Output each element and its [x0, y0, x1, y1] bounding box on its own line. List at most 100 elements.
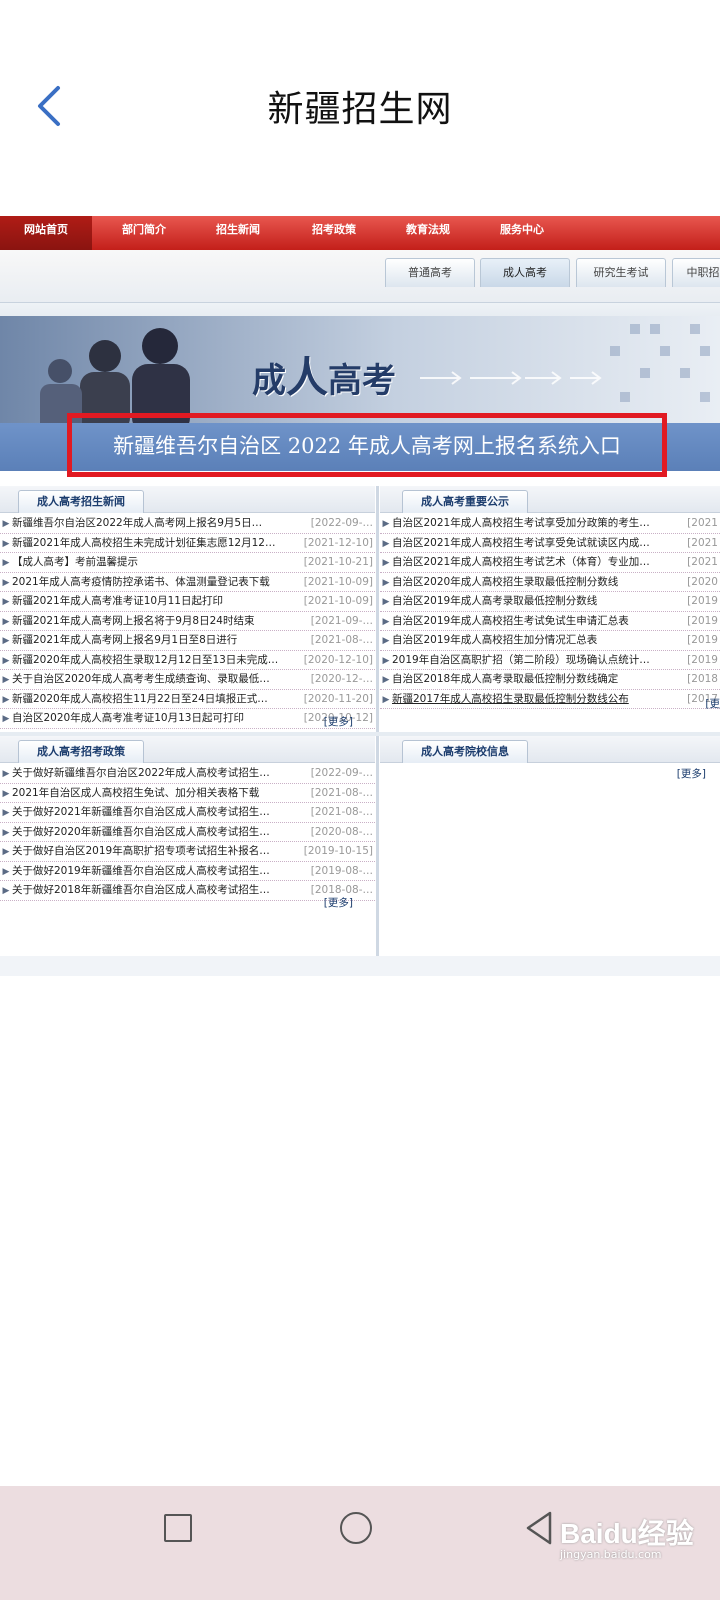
- list-item-title[interactable]: 自治区2019年成人高校招生考试免试生申请汇总表: [392, 612, 629, 631]
- list-item-title[interactable]: 2019年自治区高职扩招（第二阶段）现场确认点统计…: [392, 651, 650, 670]
- list-item[interactable]: ▶ 新疆2021年成人高考网上报名将于9月8日24时结束 [2021-09-…: [0, 611, 375, 631]
- exam-tabs: 普通高考 成人高考 研究生考试 中职招: [0, 250, 720, 303]
- list-item-title[interactable]: 关于做好新疆维吾尔自治区2022年成人高校考试招生…: [12, 764, 270, 783]
- schools-panel-header: 成人高考院校信息: [380, 736, 720, 763]
- list-item-date: [2019: [685, 592, 718, 611]
- list-item-title[interactable]: 自治区2021年成人高校招生考试享受加分政策的考生…: [392, 514, 650, 533]
- list-item[interactable]: ▶ 【成人高考】考前温馨提示 [2021-10-21]: [0, 553, 375, 573]
- list-item[interactable]: ▶ 2021年自治区成人高校招生免试、加分相关表格下载 [2021-08-…: [0, 783, 375, 803]
- list-item-title[interactable]: 关于做好2018年新疆维吾尔自治区成人高校考试招生…: [12, 881, 270, 900]
- list-item-title[interactable]: 自治区2019年成人高考录取最低控制分数线: [392, 592, 597, 611]
- tab-adult-exam[interactable]: 成人高考: [480, 258, 570, 287]
- tab-vocational-exam[interactable]: 中职招: [672, 258, 720, 287]
- list-item[interactable]: ▶ 自治区2019年成人高校招生考试免试生申请汇总表 [2019: [380, 611, 720, 631]
- home-icon[interactable]: [340, 1512, 372, 1544]
- bullet-arrow-icon: ▶: [382, 577, 390, 588]
- recent-apps-icon[interactable]: [164, 1514, 192, 1542]
- bullet-arrow-icon: ▶: [2, 616, 10, 627]
- list-item[interactable]: ▶ 新疆维吾尔自治区2022年成人高考网上报名9月5日… [2022-09-…: [0, 514, 375, 534]
- list-item-date: [2021-09-…: [308, 611, 373, 630]
- list-item-title[interactable]: 新疆2021年成人高校招生未完成计划征集志愿12月12…: [12, 534, 275, 553]
- list-item[interactable]: ▶ 自治区2021年成人高校招生考试艺术（体育）专业加… [2021: [380, 553, 720, 573]
- nav-news[interactable]: 招生新闻: [192, 216, 284, 250]
- list-item-date: [2021-10-09]: [301, 572, 373, 591]
- list-item-title[interactable]: 新疆2020年成人高校招生11月22日至24日填报正式…: [12, 690, 268, 709]
- list-item-date: [2019: [685, 650, 718, 669]
- schools-panel-title: 成人高考院校信息: [402, 740, 528, 763]
- list-item-title[interactable]: 【成人高考】考前温馨提示: [12, 553, 138, 572]
- nav-service[interactable]: 服务中心: [476, 216, 568, 250]
- list-item[interactable]: ▶ 新疆2021年成人高校招生未完成计划征集志愿12月12… [2021-12-10…: [0, 533, 375, 553]
- nav-about[interactable]: 部门简介: [98, 216, 190, 250]
- baidu-watermark: Baidu经验 jingyan.baidu.com: [560, 1512, 710, 1568]
- list-item-title[interactable]: 自治区2019年成人高校招生加分情况汇总表: [392, 631, 597, 650]
- list-item-title[interactable]: 关于做好2019年新疆维吾尔自治区成人高校考试招生…: [12, 862, 270, 881]
- bullet-arrow-icon: ▶: [2, 597, 10, 607]
- list-item-title[interactable]: 2021年成人高考疫情防控承诺书、体温测量登记表下载: [12, 573, 270, 592]
- bullet-arrow-icon: ▶: [2, 694, 10, 705]
- tab-general-exam[interactable]: 普通高考: [385, 258, 475, 287]
- news-more-link[interactable]: [更多]: [324, 714, 353, 729]
- list-item-title[interactable]: 关于做好2021年新疆维吾尔自治区成人高校考试招生…: [12, 803, 270, 822]
- list-item-title[interactable]: 自治区2018年成人高考录取最低控制分数线确定: [392, 670, 618, 689]
- list-item-title[interactable]: 自治区2021年成人高校招生考试艺术（体育）专业加…: [392, 553, 650, 572]
- list-item[interactable]: ▶ 自治区2019年成人高校招生加分情况汇总表 [2019: [380, 631, 720, 651]
- list-item[interactable]: ▶ 自治区2018年成人高考录取最低控制分数线确定 [2018: [380, 670, 720, 690]
- list-item-title[interactable]: 新疆2021年成人高考准考证10月11日起打印: [12, 592, 223, 611]
- list-item[interactable]: ▶ 2019年自治区高职扩招（第二阶段）现场确认点统计… [2019: [380, 650, 720, 670]
- webview: 网站首页 部门简介 招生新闻 招考政策 教育法规 服务中心 普通高考 成人高考 …: [0, 216, 720, 976]
- list-item[interactable]: ▶ 自治区2020年成人高校招生录取最低控制分数线 [2020: [380, 572, 720, 592]
- policy-panel-header: 成人高考招考政策: [0, 736, 375, 763]
- list-item[interactable]: ▶ 新疆2020年成人高校招生11月22日至24日填报正式… [2020-11-20…: [0, 689, 375, 709]
- nav-policy[interactable]: 招考政策: [288, 216, 380, 250]
- list-item[interactable]: ▶ 新疆2021年成人高考准考证10月11日起打印 [2021-10-09]: [0, 592, 375, 612]
- list-item[interactable]: ▶ 关于做好2021年新疆维吾尔自治区成人高校考试招生… [2021-08-…: [0, 803, 375, 823]
- list-item-date: [2021: [685, 553, 718, 572]
- list-item[interactable]: ▶ 自治区2021年成人高校招生考试享受免试就读区内成… [2021: [380, 533, 720, 553]
- list-item-title[interactable]: 自治区2020年成人高考准考证10月13日起可打印: [12, 709, 244, 728]
- list-item-title[interactable]: 新疆2021年成人高考网上报名9月1日至8日进行: [12, 631, 237, 650]
- back-triangle-icon[interactable]: [524, 1510, 554, 1546]
- list-item[interactable]: ▶ 新疆2017年成人高校招生录取最低控制分数线公布 [2017: [380, 689, 720, 709]
- list-item[interactable]: ▶ 关于做好自治区2019年高职扩招专项考试招生补报名… [2019-10-15]: [0, 842, 375, 862]
- list-item-title[interactable]: 自治区2020年成人高校招生录取最低控制分数线: [392, 573, 618, 592]
- list-item-title[interactable]: 自治区2021年成人高校招生考试享受免试就读区内成…: [392, 534, 650, 553]
- list-item-date: [2021-08-…: [308, 631, 373, 650]
- tab-graduate-exam[interactable]: 研究生考试: [576, 258, 666, 287]
- list-item[interactable]: ▶ 关于做好2019年新疆维吾尔自治区成人高校考试招生… [2019-08-…: [0, 861, 375, 881]
- bullet-arrow-icon: ▶: [2, 769, 10, 779]
- nav-home[interactable]: 网站首页: [0, 216, 92, 250]
- page-footer-strip: [0, 956, 720, 976]
- list-item[interactable]: ▶ 关于做好2020年新疆维吾尔自治区成人高校考试招生… [2020-08-…: [0, 822, 375, 842]
- list-item-title[interactable]: 2021年自治区成人高校招生免试、加分相关表格下载: [12, 784, 259, 803]
- list-item[interactable]: ▶ 自治区2021年成人高校招生考试享受加分政策的考生… [2021: [380, 514, 720, 534]
- bullet-arrow-icon: ▶: [2, 808, 10, 818]
- notices-panel-header: 成人高考重要公示: [380, 486, 720, 513]
- notices-more-link[interactable]: [更: [705, 696, 720, 711]
- list-item-title[interactable]: 新疆维吾尔自治区2022年成人高考网上报名9月5日…: [12, 514, 262, 533]
- list-item[interactable]: ▶ 关于自治区2020年成人高考考生成绩查询、录取最低… [2020-12-…: [0, 670, 375, 690]
- schools-more-link[interactable]: [更多]: [677, 766, 706, 781]
- bullet-arrow-icon: ▶: [2, 714, 10, 724]
- notices-panel-title: 成人高考重要公示: [402, 490, 528, 513]
- list-item-title[interactable]: 关于自治区2020年成人高考考生成绩查询、录取最低…: [12, 670, 270, 689]
- list-item[interactable]: ▶ 自治区2020年成人高考准考证10月13日起可打印 [2020-10-12]: [0, 709, 375, 729]
- list-item[interactable]: ▶ 关于做好2018年新疆维吾尔自治区成人高校考试招生… [2018-08-…: [0, 881, 375, 901]
- list-item[interactable]: ▶ 关于做好新疆维吾尔自治区2022年成人高校考试招生… [2022-09-…: [0, 764, 375, 784]
- bullet-arrow-icon: ▶: [2, 827, 10, 838]
- list-item[interactable]: ▶ 2021年成人高考疫情防控承诺书、体温测量登记表下载 [2021-10-09]: [0, 572, 375, 592]
- bullet-arrow-icon: ▶: [382, 655, 390, 666]
- list-item[interactable]: ▶ 自治区2019年成人高考录取最低控制分数线 [2019: [380, 592, 720, 612]
- policy-more-link[interactable]: [更多]: [324, 895, 353, 910]
- list-item-title[interactable]: 关于做好自治区2019年高职扩招专项考试招生补报名…: [12, 842, 270, 861]
- list-item-title[interactable]: 新疆2021年成人高考网上报名将于9月8日24时结束: [12, 612, 254, 631]
- list-item-title[interactable]: 关于做好2020年新疆维吾尔自治区成人高校考试招生…: [12, 823, 270, 842]
- list-item-title[interactable]: 新疆2017年成人高校招生录取最低控制分数线公布: [392, 690, 629, 709]
- bullet-arrow-icon: ▶: [2, 788, 10, 799]
- bullet-arrow-icon: ▶: [2, 866, 10, 877]
- app-bar: 新疆招生网: [0, 0, 720, 215]
- list-item[interactable]: ▶ 新疆2020年成人高校招生录取12月12日至13日未完成… [2020-12-1…: [0, 650, 375, 670]
- list-item[interactable]: ▶ 新疆2021年成人高考网上报名9月1日至8日进行 [2021-08-…: [0, 631, 375, 651]
- list-item-title[interactable]: 新疆2020年成人高校招生录取12月12日至13日未完成…: [12, 651, 278, 670]
- nav-law[interactable]: 教育法规: [382, 216, 474, 250]
